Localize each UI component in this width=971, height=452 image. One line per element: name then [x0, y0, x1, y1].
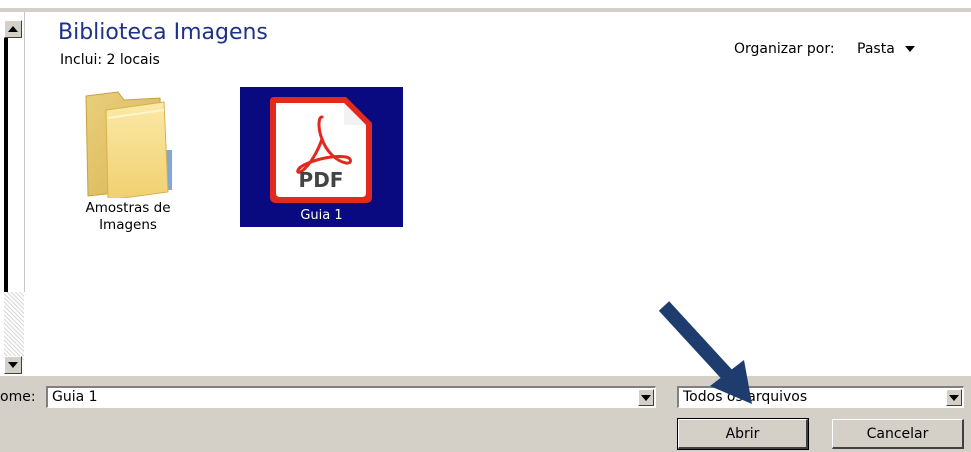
- file-type-combobox[interactable]: Todos os arquivos: [677, 386, 964, 408]
- filename-dropdown-button[interactable]: [638, 389, 654, 406]
- cancel-button[interactable]: Cancelar: [832, 419, 964, 449]
- folder-label-line2: Imagens: [99, 217, 157, 233]
- top-border: [0, 8, 971, 12]
- arrange-by-dropdown[interactable]: Pasta: [857, 41, 915, 57]
- filename-label: ome:: [0, 389, 36, 405]
- open-button[interactable]: Abrir: [677, 418, 809, 450]
- file-label: Guia 1: [300, 208, 343, 223]
- arrange-by: Organizar por: Pasta: [734, 41, 915, 57]
- library-subtitle: Inclui: 2 locais: [60, 52, 160, 68]
- scroll-thumb[interactable]: [4, 38, 24, 292]
- filename-combobox[interactable]: Guia 1: [46, 386, 656, 408]
- scroll-down-button[interactable]: [4, 356, 22, 374]
- arrow-down-icon: [8, 362, 18, 368]
- arrow-down-icon: [641, 394, 651, 401]
- folder-icon: [85, 91, 172, 198]
- folder-item-amostras[interactable]: Amostras de Imagens: [68, 88, 188, 234]
- pdf-badge-text: PDF: [299, 168, 344, 192]
- arrow-down-icon: [949, 394, 959, 401]
- filename-input[interactable]: Guia 1: [52, 389, 98, 405]
- arrange-by-value: Pasta: [857, 41, 895, 57]
- vertical-scrollbar[interactable]: [4, 12, 25, 376]
- file-type-value: Todos os arquivos: [683, 389, 808, 405]
- arrow-up-icon: [8, 26, 18, 32]
- library-title: Biblioteca Imagens: [58, 20, 268, 45]
- scroll-track-hatched[interactable]: [4, 292, 24, 362]
- arrange-by-label: Organizar por:: [734, 41, 835, 57]
- folder-label-line1: Amostras de: [85, 200, 171, 216]
- pdf-file-icon: PDF: [270, 97, 372, 203]
- file-type-dropdown-button[interactable]: [946, 389, 962, 406]
- file-item-guia-1[interactable]: PDF Guia 1: [240, 87, 403, 227]
- caret-down-icon: [904, 46, 915, 52]
- scroll-up-button[interactable]: [4, 20, 22, 38]
